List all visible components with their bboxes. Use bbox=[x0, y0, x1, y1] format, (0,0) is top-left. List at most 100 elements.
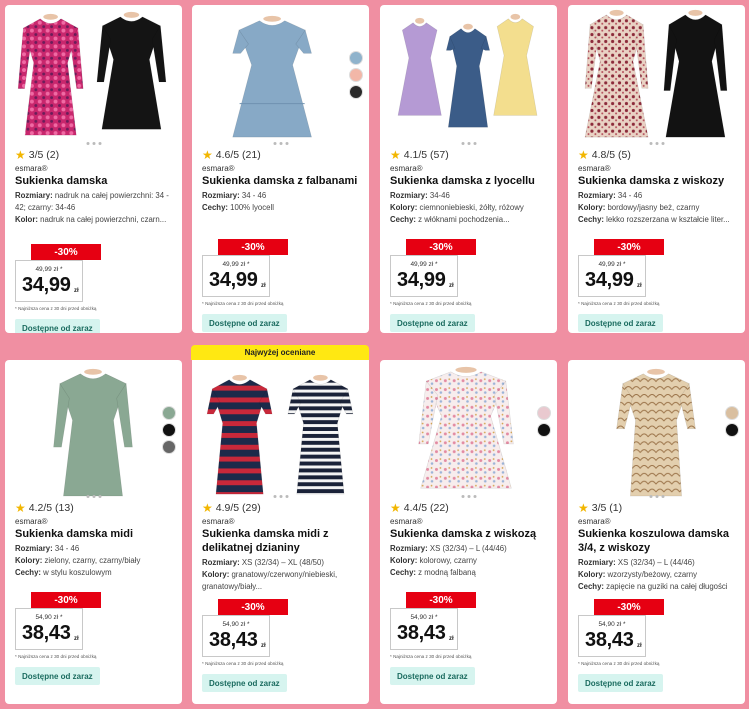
availability-button[interactable]: Dostępne od zaraz bbox=[390, 667, 475, 685]
product-card[interactable]: ★ 4.8/5 (5) esmara® Sukienka damska z wisko… bbox=[568, 5, 745, 333]
availability-button[interactable]: Dostępne od zaraz bbox=[578, 314, 663, 332]
rating-value: 3/5 (1) bbox=[591, 502, 623, 514]
attribute-label: Rozmiary: bbox=[202, 191, 240, 200]
rating-value: 4.4/5 (22) bbox=[403, 502, 449, 514]
color-swatch[interactable] bbox=[725, 406, 739, 420]
color-swatch[interactable] bbox=[349, 68, 363, 82]
rating[interactable]: ★ 4.1/5 (57) bbox=[390, 149, 449, 161]
attribute-row: Rozmiary: XS (32/34) – L (44/46) bbox=[390, 543, 549, 555]
product-image[interactable] bbox=[568, 5, 745, 143]
product-image[interactable] bbox=[192, 5, 369, 143]
attribute-value: bordowy/jasny beż, czarny bbox=[607, 203, 700, 212]
product-title[interactable]: Sukienka damska z falbanami bbox=[202, 174, 361, 188]
product-card[interactable]: ★ 4.1/5 (57) esmara® Sukienka damska z lyoc… bbox=[380, 5, 557, 333]
old-price: 54,90 zł * bbox=[598, 621, 626, 628]
attribute-value: 34-46 bbox=[429, 191, 450, 200]
rating[interactable]: ★ 3/5 (1) bbox=[578, 502, 622, 514]
availability-button[interactable]: Dostępne od zaraz bbox=[15, 319, 100, 333]
attribute-label: Kolory: bbox=[390, 556, 418, 565]
product-image[interactable] bbox=[380, 5, 557, 143]
color-swatch[interactable] bbox=[162, 440, 176, 454]
discount-badge: -30% bbox=[31, 244, 101, 260]
color-swatch[interactable] bbox=[162, 406, 176, 420]
currency: zł bbox=[637, 283, 642, 289]
product-card[interactable]: ★ 4.6/5 (21) esmara® Sukienka damska z falb… bbox=[192, 5, 369, 333]
rating[interactable]: ★ 4.8/5 (5) bbox=[578, 149, 631, 161]
color-swatch[interactable] bbox=[537, 423, 551, 437]
attribute-label: Rozmiary: bbox=[15, 544, 53, 553]
product-attributes: Rozmiary: XS (32/34) – L (44/46) Kolory: … bbox=[578, 557, 737, 593]
carousel-dots[interactable] bbox=[461, 495, 476, 498]
product-card[interactable]: ★ 4.2/5 (13) esmara® Sukienka damska midi Ro… bbox=[5, 360, 182, 704]
old-price: 54,90 zł * bbox=[35, 614, 63, 621]
availability-button[interactable]: Dostępne od zaraz bbox=[202, 314, 287, 332]
old-price: 49,99 zł * bbox=[598, 261, 626, 268]
carousel-dots[interactable] bbox=[86, 495, 101, 498]
product-title[interactable]: Sukienka koszulowa damska 3/4, z wiskozy bbox=[578, 527, 737, 555]
top-rated-badge: Najwyżej oceniane bbox=[191, 345, 369, 360]
product-card[interactable]: ★ 3/5 (2) esmara® Sukienka damska Rozmiary: … bbox=[5, 5, 182, 333]
product-card[interactable]: ★ 4.9/5 (29) esmara® Sukienka damska midi z… bbox=[192, 360, 369, 704]
product-title[interactable]: Sukienka damska midi z delikatnej dziani… bbox=[202, 527, 361, 555]
attribute-row: Cechy: z modną falbaną bbox=[390, 567, 549, 579]
brand-name: esmara® bbox=[578, 164, 611, 173]
color-swatch[interactable] bbox=[162, 423, 176, 437]
rating[interactable]: ★ 4.6/5 (21) bbox=[202, 149, 261, 161]
rating[interactable]: ★ 4.9/5 (29) bbox=[202, 502, 261, 514]
attribute-label: Cechy: bbox=[202, 203, 228, 212]
product-image[interactable] bbox=[5, 360, 182, 498]
currency: zł bbox=[449, 283, 454, 289]
rating[interactable]: ★ 4.4/5 (22) bbox=[390, 502, 449, 514]
color-swatches bbox=[162, 406, 176, 454]
carousel-dots[interactable] bbox=[273, 142, 288, 145]
attribute-row: Rozmiary: XS (32/34) – L (44/46) bbox=[578, 557, 737, 569]
color-swatch[interactable] bbox=[537, 406, 551, 420]
product-title[interactable]: Sukienka damska bbox=[15, 174, 174, 188]
product-attributes: Rozmiary: 34 - 46 Kolory: zielony, czarny… bbox=[15, 543, 174, 579]
availability-button[interactable]: Dostępne od zaraz bbox=[15, 667, 100, 685]
color-swatch[interactable] bbox=[349, 51, 363, 65]
availability-button[interactable]: Dostępne od zaraz bbox=[578, 674, 663, 692]
current-price: 38,43 bbox=[585, 629, 634, 651]
product-card[interactable]: ★ 4.4/5 (22) esmara® Sukienka damska z wisk… bbox=[380, 360, 557, 704]
price-note: * Najniższa cena z 30 dni przed obniżką bbox=[578, 301, 660, 306]
product-attributes: Rozmiary: 34 - 46 Kolory: bordowy/jasny b… bbox=[578, 190, 737, 226]
product-image[interactable] bbox=[192, 362, 369, 500]
attribute-label: Cechy: bbox=[15, 568, 41, 577]
carousel-dots[interactable] bbox=[461, 142, 476, 145]
color-swatch[interactable] bbox=[349, 85, 363, 99]
rating[interactable]: ★ 4.2/5 (13) bbox=[15, 502, 74, 514]
product-attributes: Rozmiary: XS (32/34) – XL (48/50) Kolory:… bbox=[202, 557, 361, 593]
product-card[interactable]: ★ 3/5 (1) esmara® Sukienka koszulowa damska… bbox=[568, 360, 745, 704]
rating[interactable]: ★ 3/5 (2) bbox=[15, 149, 59, 161]
availability-button[interactable]: Dostępne od zaraz bbox=[202, 674, 287, 692]
attribute-row: Rozmiary: 34 - 46 bbox=[15, 543, 174, 555]
attribute-label: Kolor: bbox=[15, 215, 38, 224]
color-swatches bbox=[725, 406, 739, 437]
attribute-row: Kolory: wzorzysty/beżowy, czarny bbox=[578, 569, 737, 581]
product-image[interactable] bbox=[5, 5, 182, 143]
availability-button[interactable]: Dostępne od zaraz bbox=[390, 314, 475, 332]
carousel-dots[interactable] bbox=[86, 142, 101, 145]
product-image[interactable] bbox=[380, 360, 557, 498]
color-swatch[interactable] bbox=[725, 423, 739, 437]
attribute-label: Cechy: bbox=[578, 582, 604, 591]
attribute-row: Rozmiary: 34 - 46 bbox=[202, 190, 361, 202]
product-title[interactable]: Sukienka damska z wiskozą bbox=[390, 527, 549, 541]
carousel-dots[interactable] bbox=[649, 495, 664, 498]
attribute-label: Rozmiary: bbox=[390, 191, 428, 200]
product-attributes: Rozmiary: 34 - 46 Cechy: 100% lyocell bbox=[202, 190, 361, 214]
brand-name: esmara® bbox=[390, 164, 423, 173]
currency: zł bbox=[261, 643, 266, 649]
carousel-dots[interactable] bbox=[273, 495, 288, 498]
currency: zł bbox=[261, 283, 266, 289]
product-title[interactable]: Sukienka damska z wiskozy bbox=[578, 174, 737, 188]
product-title[interactable]: Sukienka damska z lyocellu bbox=[390, 174, 549, 188]
attribute-value: 34 - 46 bbox=[241, 191, 267, 200]
rating-value: 4.2/5 (13) bbox=[28, 502, 74, 514]
product-title[interactable]: Sukienka damska midi bbox=[15, 527, 174, 541]
product-image[interactable] bbox=[568, 360, 745, 498]
rating-value: 3/5 (2) bbox=[28, 149, 60, 161]
carousel-dots[interactable] bbox=[649, 142, 664, 145]
product-attributes: Rozmiary: 34-46 Kolory: ciemnoniebieski, … bbox=[390, 190, 549, 226]
